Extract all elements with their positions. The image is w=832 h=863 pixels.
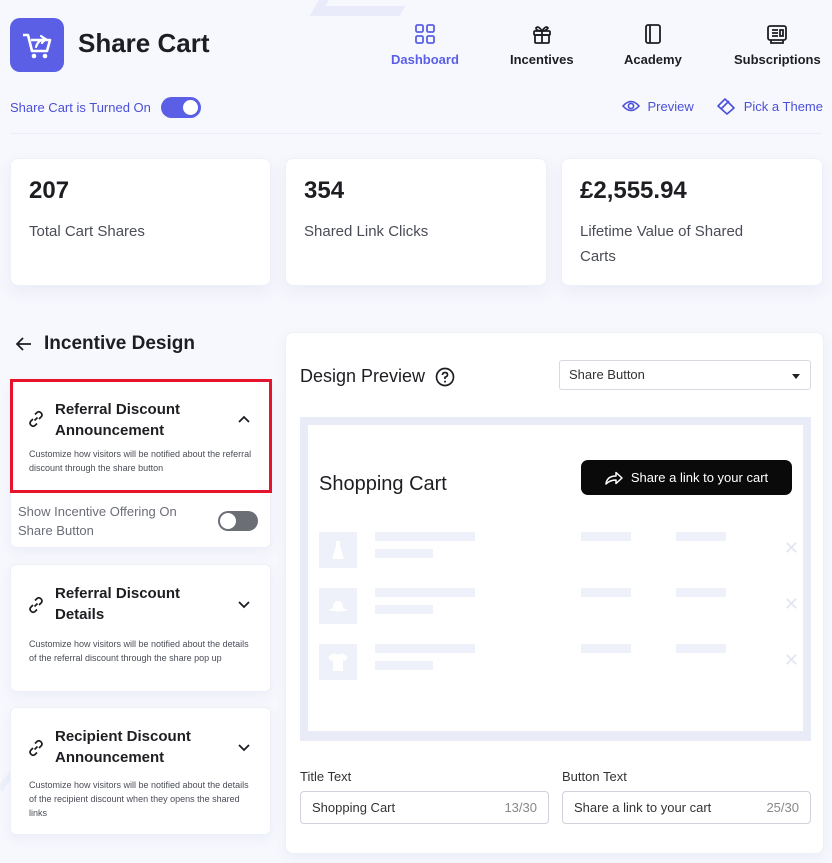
stat-card-lifetime-value: £2,555.94 Lifetime Value of Shared Carts bbox=[561, 158, 823, 286]
preview-label: Preview bbox=[647, 98, 694, 114]
app-logo bbox=[10, 18, 64, 72]
header-divider bbox=[10, 133, 822, 134]
title-text-count: 13/30 bbox=[504, 800, 537, 815]
tshirt-icon bbox=[319, 644, 357, 680]
share-arrow-icon bbox=[605, 471, 623, 485]
mock-share-button-label: Share a link to your cart bbox=[630, 470, 769, 485]
design-preview-header: Design Preview bbox=[300, 366, 455, 387]
stat-card-shares: 207 Total Cart Shares bbox=[10, 158, 271, 286]
paint-brush-icon bbox=[716, 98, 735, 115]
accordion-referral-details: Referral Discount Details Customize how … bbox=[10, 564, 271, 692]
stat-label: Lifetime Value of Shared Carts bbox=[580, 223, 744, 265]
button-text-value: Share a link to your cart bbox=[574, 800, 712, 815]
gift-icon bbox=[530, 22, 554, 46]
accordion-header[interactable]: Referral Discount Details bbox=[11, 565, 270, 637]
title-text-label: Title Text bbox=[300, 769, 352, 784]
caret-down-icon bbox=[792, 374, 800, 379]
nav-label: Incentives bbox=[510, 52, 574, 67]
skeleton-cart-row: ✕ bbox=[319, 644, 799, 680]
preview-type-value: Share Button bbox=[569, 367, 645, 382]
share-cart-toggle[interactable] bbox=[160, 97, 201, 118]
back-arrow-icon[interactable] bbox=[16, 337, 32, 351]
stat-value: 354 bbox=[304, 177, 345, 204]
button-text-label: Button Text bbox=[562, 769, 627, 784]
incentive-design-header: Incentive Design bbox=[16, 333, 195, 355]
nav-academy[interactable]: Academy bbox=[624, 22, 682, 67]
nav-subscriptions[interactable]: Subscriptions bbox=[734, 22, 821, 67]
accordion-title: Referral Discount Details bbox=[55, 585, 181, 623]
design-preview-panel: Design Preview Share Button Shopping Car… bbox=[285, 332, 824, 854]
stat-label: Shared Link Clicks bbox=[304, 223, 429, 240]
close-icon: ✕ bbox=[783, 594, 799, 614]
link-icon bbox=[29, 739, 43, 757]
show-incentive-row: Show Incentive Offering On Share Button bbox=[18, 502, 258, 540]
eye-icon bbox=[621, 100, 640, 112]
button-text-count: 25/30 bbox=[766, 800, 799, 815]
accordion-recipient-announcement: Recipient Discount Announcement Customiz… bbox=[10, 707, 271, 835]
show-incentive-label: Show Incentive Offering On Share Button bbox=[18, 504, 177, 538]
incentive-design-title: Incentive Design bbox=[44, 333, 195, 354]
accordion-title: Recipient Discount Announcement bbox=[55, 728, 191, 766]
nav-label: Subscriptions bbox=[734, 52, 821, 67]
nav-dashboard[interactable]: Dashboard bbox=[391, 22, 459, 67]
book-icon bbox=[641, 22, 665, 46]
help-icon[interactable] bbox=[435, 367, 455, 387]
close-icon: ✕ bbox=[783, 538, 799, 558]
chevron-up-icon[interactable] bbox=[238, 415, 250, 423]
nav-label: Academy bbox=[624, 52, 682, 67]
hat-icon bbox=[319, 588, 357, 624]
nav-label: Dashboard bbox=[391, 52, 459, 67]
mock-share-button: Share a link to your cart bbox=[581, 460, 792, 495]
close-icon: ✕ bbox=[783, 650, 799, 670]
chevron-down-icon[interactable] bbox=[238, 744, 250, 752]
accordion-description: Customize how visitors will be notified … bbox=[29, 639, 249, 663]
receipt-icon bbox=[765, 22, 789, 46]
dress-icon bbox=[319, 532, 357, 568]
preview-type-select[interactable]: Share Button bbox=[559, 360, 811, 390]
status-toggle-row: Share Cart is Turned On bbox=[10, 97, 201, 118]
title-text-input[interactable]: Shopping Cart 13/30 bbox=[300, 791, 549, 824]
pick-theme-label: Pick a Theme bbox=[743, 98, 823, 114]
accordion-title: Referral Discount Announcement bbox=[55, 401, 181, 439]
nav-incentives[interactable]: Incentives bbox=[510, 22, 574, 67]
accordion-header[interactable]: Referral Discount Announcement bbox=[11, 381, 270, 447]
stat-card-clicks: 354 Shared Link Clicks bbox=[285, 158, 547, 286]
accordion-description: Customize how visitors will be notified … bbox=[29, 449, 252, 473]
accordion-description: Customize how visitors will be notified … bbox=[29, 780, 249, 818]
mock-cart-title: Shopping Cart bbox=[319, 473, 447, 495]
link-icon bbox=[29, 410, 43, 428]
design-preview-title: Design Preview bbox=[300, 366, 426, 386]
app-title: Share Cart bbox=[78, 28, 210, 58]
background-decoration bbox=[309, 0, 421, 16]
top-actions: Preview Pick a Theme bbox=[621, 97, 823, 115]
button-text-input[interactable]: Share a link to your cart 25/30 bbox=[562, 791, 811, 824]
pick-theme-link[interactable]: Pick a Theme bbox=[716, 97, 823, 115]
stat-label: Total Cart Shares bbox=[29, 223, 145, 240]
skeleton-cart-row: ✕ bbox=[319, 588, 799, 624]
chevron-down-icon[interactable] bbox=[238, 601, 250, 609]
preview-mockup: Shopping Cart Share a link to your cart … bbox=[308, 425, 803, 731]
accordion-header[interactable]: Recipient Discount Announcement bbox=[11, 708, 270, 778]
preview-link[interactable]: Preview bbox=[621, 98, 694, 114]
link-icon bbox=[29, 596, 43, 614]
status-toggle-label: Share Cart is Turned On bbox=[10, 100, 151, 115]
preview-mockup-frame: Shopping Cart Share a link to your cart … bbox=[300, 417, 811, 741]
stat-value: £2,555.94 bbox=[580, 177, 687, 204]
title-text-value: Shopping Cart bbox=[312, 800, 396, 815]
show-incentive-toggle[interactable] bbox=[218, 511, 258, 531]
grid-icon bbox=[413, 22, 437, 46]
stat-value: 207 bbox=[29, 177, 70, 204]
skeleton-cart-row: ✕ bbox=[319, 532, 799, 568]
cart-share-icon bbox=[23, 33, 52, 59]
